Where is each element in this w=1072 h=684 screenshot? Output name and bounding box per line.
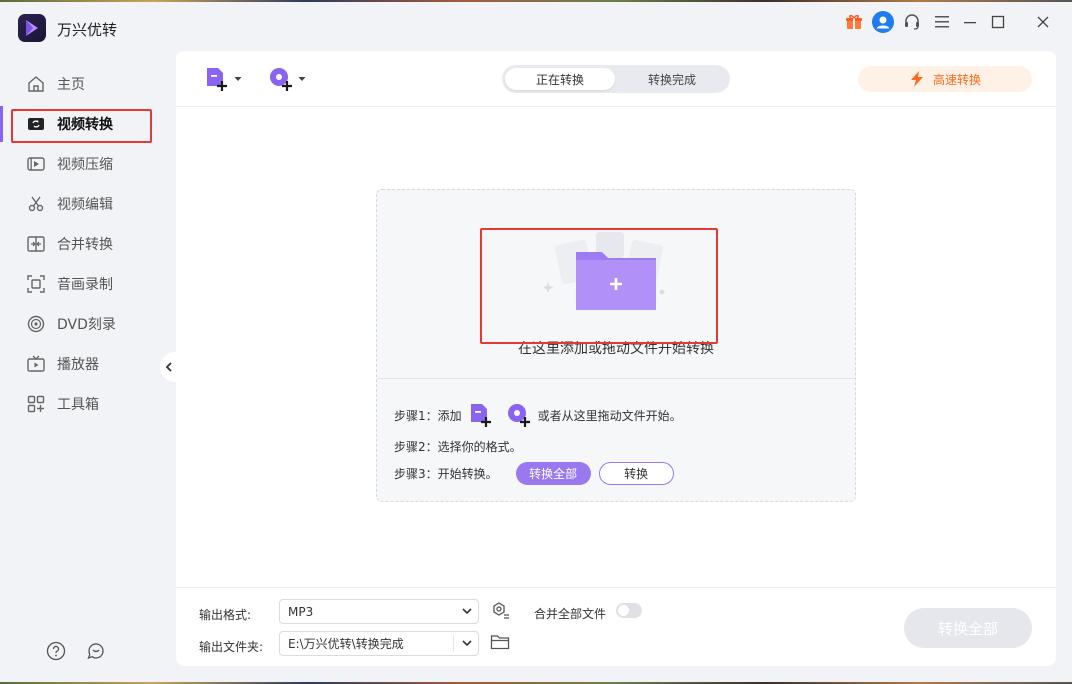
- output-folder-label: 输出文件夹:: [199, 640, 264, 654]
- sidebar-item-toolbox[interactable]: 工具箱: [0, 386, 176, 422]
- menu-icon[interactable]: [930, 10, 954, 34]
- disc-icon: [26, 314, 46, 334]
- output-format-label: 输出格式:: [199, 608, 252, 622]
- drop-zone[interactable]: 在这里添加或拖动文件开始转换 步骤1：添加 或者从这里拖动文件开始。 步骤2：选…: [376, 189, 856, 502]
- chevron-left-icon: [165, 362, 172, 372]
- gift-icon[interactable]: [842, 10, 866, 34]
- add-file-button[interactable]: [204, 65, 242, 93]
- app-title: 万兴优转: [57, 21, 118, 39]
- sidebar-item-home[interactable]: 主页: [0, 66, 176, 102]
- convert-icon: [26, 114, 46, 134]
- sidebar-item-record[interactable]: 音画录制: [0, 266, 176, 302]
- add-file-icon: [207, 68, 227, 91]
- sidebar-item-label: 主页: [57, 77, 85, 93]
- sidebar-item-video-convert[interactable]: 视频转换: [0, 106, 176, 142]
- active-indicator: [0, 106, 3, 142]
- drop-zone-area[interactable]: 在这里添加或拖动文件开始转换: [377, 190, 855, 379]
- sidebar-item-video-compress[interactable]: 视频压缩: [0, 146, 176, 182]
- add-device-button[interactable]: [268, 65, 306, 93]
- step-1-suffix: 或者从这里拖动文件开始。: [537, 408, 682, 423]
- chevron-down-icon: [234, 77, 242, 81]
- sidebar-item-video-edit[interactable]: 视频编辑: [0, 186, 176, 222]
- output-settings-bar: 输出格式: MP3 合并全部文件 输出文件夹: E:\万兴优转\转换完成 转换全…: [176, 587, 1056, 666]
- toolbar: 正在转换 转换完成 高速转换: [176, 51, 1056, 107]
- main-panel: 正在转换 转换完成 高速转换 在这里添加或拖动文件开始转换 步骤1：添加 或者从…: [176, 51, 1056, 666]
- step-2-text: 步骤2：选择你的格式。: [394, 440, 522, 454]
- sidebar-item-label: 播放器: [57, 357, 99, 373]
- add-file-icon[interactable]: [468, 402, 494, 428]
- add-disc-icon: [270, 68, 292, 91]
- title-bar: 万兴优转: [0, 2, 1072, 46]
- sidebar-item-label: 视频压缩: [57, 157, 113, 173]
- sidebar: 主页 视频转换 视频压缩 视频编辑 合并转换 音画录制 DVD刻录 播放器 工具…: [0, 56, 176, 684]
- maximize-icon[interactable]: [986, 10, 1010, 34]
- help-icon[interactable]: [46, 641, 66, 665]
- sidebar-item-dvd[interactable]: DVD刻录: [0, 306, 176, 342]
- sidebar-item-label: 工具箱: [57, 397, 99, 413]
- output-format-value: MP3: [288, 604, 314, 619]
- format-settings-icon[interactable]: [490, 601, 510, 625]
- high-speed-convert-button[interactable]: 高速转换: [858, 66, 1032, 92]
- player-icon: [26, 354, 46, 374]
- home-icon: [26, 74, 46, 94]
- output-folder-select[interactable]: E:\万兴优转\转换完成: [279, 631, 479, 656]
- chevron-down-icon: [462, 640, 472, 647]
- chevron-down-icon: [462, 608, 472, 615]
- status-tabs: 正在转换 转换完成: [502, 65, 730, 93]
- open-folder-icon[interactable]: [490, 633, 510, 655]
- sidebar-item-merge[interactable]: 合并转换: [0, 226, 176, 262]
- sidebar-item-label: 视频转换: [57, 117, 113, 133]
- output-folder-value: E:\万兴优转\转换完成: [288, 637, 404, 651]
- app-logo: [18, 14, 46, 42]
- merge-all-label: 合并全部文件: [534, 607, 607, 621]
- high-speed-label: 高速转换: [932, 72, 981, 87]
- convert-button-inline[interactable]: 转换: [598, 462, 674, 485]
- convert-all-button[interactable]: 转换全部: [904, 608, 1032, 648]
- sidebar-item-label: DVD刻录: [57, 317, 116, 333]
- convert-all-button-inline[interactable]: 转换全部: [515, 462, 591, 485]
- headset-icon[interactable]: [900, 10, 924, 34]
- compress-icon: [26, 154, 46, 174]
- sidebar-item-label: 视频编辑: [57, 197, 113, 213]
- add-disc-icon[interactable]: [506, 402, 532, 428]
- lightning-icon: [910, 71, 923, 87]
- drop-hint: 在这里添加或拖动文件开始转换: [518, 341, 714, 357]
- step-3: 步骤3：开始转换。 转换全部 转换: [394, 462, 674, 485]
- chevron-down-icon: [298, 77, 306, 81]
- add-folder-icon[interactable]: [544, 230, 674, 310]
- merge-all-toggle[interactable]: [616, 603, 642, 618]
- output-format-select[interactable]: MP3: [279, 599, 479, 624]
- step-1: 步骤1：添加 或者从这里拖动文件开始。: [394, 402, 682, 428]
- record-icon: [26, 274, 46, 294]
- sidebar-item-label: 合并转换: [57, 237, 113, 253]
- tab-converted[interactable]: 转换完成: [617, 68, 727, 90]
- select-divider: [453, 635, 454, 652]
- sidebar-item-player[interactable]: 播放器: [0, 346, 176, 382]
- sidebar-item-label: 音画录制: [57, 277, 113, 293]
- step-2: 步骤2：选择你的格式。: [394, 438, 522, 455]
- step-1-prefix: 步骤1：添加: [394, 408, 462, 423]
- merge-icon: [26, 234, 46, 254]
- minimize-icon[interactable]: [958, 10, 982, 34]
- scissors-icon: [26, 194, 46, 214]
- user-icon[interactable]: [871, 10, 895, 34]
- step-3-text: 步骤3：开始转换。: [394, 467, 498, 481]
- toolbox-icon: [26, 394, 46, 414]
- close-icon[interactable]: [1031, 10, 1055, 34]
- tab-converting[interactable]: 正在转换: [505, 68, 615, 90]
- feedback-icon[interactable]: [86, 641, 106, 665]
